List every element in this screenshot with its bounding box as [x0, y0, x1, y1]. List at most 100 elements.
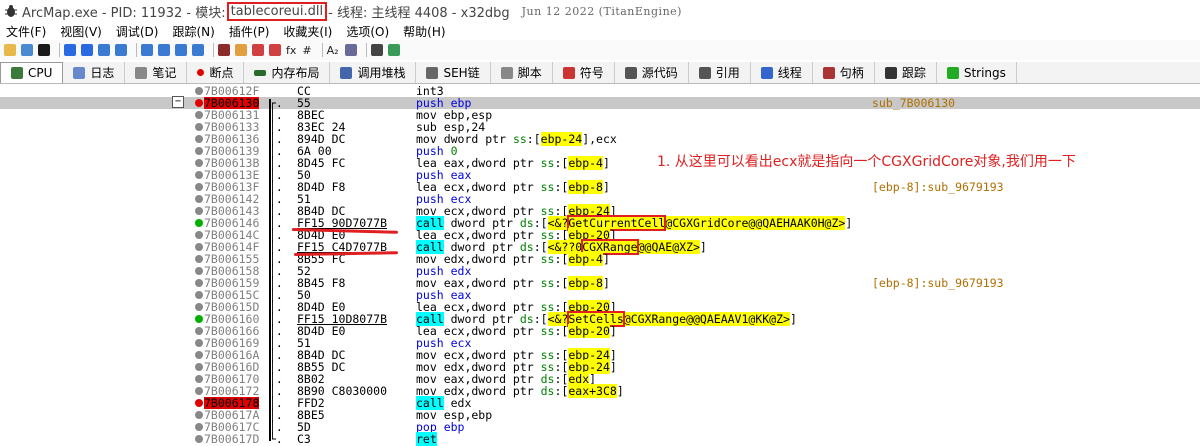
- menu-debug[interactable]: 调试(D): [116, 23, 159, 40]
- disasm-row[interactable]: 7B006166 │. 8D4D E0 lea ecx,dword ptr ss:[e…: [0, 324, 1200, 338]
- breakpoint-dot[interactable]: [195, 375, 203, 383]
- scylla-icon[interactable]: [218, 44, 230, 56]
- tab-label: 内存布局: [271, 66, 320, 80]
- breakpoint-dot[interactable]: [195, 243, 203, 251]
- breakpoint-dot[interactable]: [195, 339, 203, 347]
- toolbar-separator: [213, 43, 214, 57]
- breakpoint-dot[interactable]: [195, 267, 203, 275]
- breakpoint-dot[interactable]: [195, 399, 203, 407]
- disasm-row[interactable]: 7B006159 │. 8B45 F8 mov eax,dword ptr ss:[e…: [0, 276, 1200, 290]
- disasm-row[interactable]: 7B006155 │. 8B55 FC mov edx,dword ptr ss:[e…: [0, 252, 1200, 266]
- label-icon[interactable]: [269, 44, 281, 56]
- notes-icon: [135, 66, 148, 79]
- tab-notes[interactable]: 笔记: [125, 62, 188, 83]
- menu-plugins[interactable]: 插件(P): [229, 23, 270, 40]
- tab-threads[interactable]: 线程: [751, 62, 813, 83]
- disasm-row[interactable]: 7B006136 │. 894D DC mov dword ptr ss:[ebp-2…: [0, 132, 1200, 146]
- menu-favourites[interactable]: 收藏夹(I): [283, 23, 332, 40]
- pause-icon[interactable]: [81, 44, 93, 56]
- breakpoint-dot[interactable]: [195, 87, 203, 95]
- breakpoint-dot[interactable]: [195, 99, 203, 107]
- tab-breakpoints[interactable]: 断点: [187, 62, 245, 83]
- breakpoint-dot[interactable]: [195, 315, 203, 323]
- close-icon[interactable]: [38, 44, 50, 56]
- font-icon[interactable]: A₂: [327, 44, 339, 57]
- tab-symbols[interactable]: 符号: [553, 62, 615, 83]
- disasm-row[interactable]: 7B00616D │. 8B55 DC mov edx,dword ptr ss:[e…: [0, 360, 1200, 374]
- tab-seh-chain[interactable]: SEH链: [416, 62, 491, 83]
- execute-till-return-icon[interactable]: [175, 44, 187, 56]
- disasm-row[interactable]: 7B00613F │. 8D4D F8 lea ecx,dword ptr ss:[e…: [0, 180, 1200, 194]
- open-icon[interactable]: [4, 44, 16, 56]
- thread-icon: [760, 66, 773, 79]
- restart-icon[interactable]: [21, 44, 33, 56]
- breakpoint-icon: [197, 69, 205, 76]
- collapse-toggle[interactable]: −: [172, 96, 184, 108]
- breakpoint-dot[interactable]: [195, 171, 203, 179]
- disassembly-pane[interactable]: 7B00612F CC int3 7B006130 ┌. 55 push ebp sub_7B…: [0, 85, 1200, 446]
- tab-trace[interactable]: 跟踪: [875, 62, 937, 83]
- breakpoint-dot[interactable]: [195, 111, 203, 119]
- breakpoint-dot[interactable]: [195, 159, 203, 167]
- disasm-row[interactable]: 7B00617D └. C3 ret: [0, 432, 1200, 446]
- block-marker: └.: [269, 432, 283, 446]
- trace-over-icon[interactable]: [158, 44, 170, 56]
- execute-till-user-code-icon[interactable]: [192, 44, 204, 56]
- disasm-row[interactable]: 7B006131 │. 8BEC mov ebp,esp: [0, 109, 1200, 121]
- trace-into-icon[interactable]: [141, 44, 153, 56]
- disasm-row[interactable]: 7B00617C │. 5D pop ebp: [0, 421, 1200, 433]
- disasm-row[interactable]: 7B006178 │. FFD2 call edx: [0, 396, 1200, 410]
- tab-references[interactable]: 引用: [689, 62, 751, 83]
- breakpoint-dot[interactable]: [195, 123, 203, 131]
- disasm-row[interactable]: 7B006172 │. 8B90 C8030000 mov edx,dword ptr…: [0, 384, 1200, 398]
- tab-label: 脚本: [517, 66, 542, 80]
- globe-icon[interactable]: [387, 44, 400, 56]
- tab-memory-map[interactable]: 内存布局: [244, 62, 331, 83]
- breakpoint-dot[interactable]: [195, 135, 203, 143]
- tab-call-stack[interactable]: 调用堆栈: [330, 62, 417, 83]
- title-app: ArcMap.exe - PID: 11932 - 模块:: [22, 5, 226, 21]
- breakpoint-dot[interactable]: [195, 363, 203, 371]
- hash-icon[interactable]: #: [302, 44, 311, 57]
- breakpoint-dot[interactable]: [195, 207, 203, 215]
- breakpoint-dot[interactable]: [195, 231, 203, 239]
- step-over-icon[interactable]: [115, 44, 127, 56]
- step-into-icon[interactable]: [98, 44, 110, 56]
- instruction: ret: [416, 432, 437, 446]
- breakpoint-dot[interactable]: [195, 423, 203, 431]
- breakpoint-dot[interactable]: [195, 411, 203, 419]
- menu-help[interactable]: 帮助(H): [403, 23, 445, 40]
- run-icon[interactable]: [64, 44, 76, 56]
- tab-log[interactable]: 日志: [63, 62, 126, 83]
- tab-handles[interactable]: 句柄: [813, 62, 875, 83]
- tab-label: 笔记: [152, 66, 177, 80]
- function-icon[interactable]: fx: [286, 44, 296, 57]
- menu-trace[interactable]: 跟踪(N): [172, 23, 214, 40]
- breakpoint-dot[interactable]: [195, 255, 203, 263]
- tab-label: 跟踪: [901, 66, 926, 80]
- breakpoint-dot[interactable]: [195, 291, 203, 299]
- tab-strings[interactable]: Strings: [937, 62, 1017, 83]
- menu-view[interactable]: 视图(V): [60, 23, 102, 40]
- comment-icon[interactable]: [252, 44, 264, 56]
- tab-script[interactable]: 脚本: [491, 62, 553, 83]
- menu-file[interactable]: 文件(F): [6, 23, 46, 40]
- breakpoint-dot[interactable]: [195, 183, 203, 191]
- patch-icon[interactable]: [235, 44, 247, 56]
- breakpoint-dot[interactable]: [195, 147, 203, 155]
- calculator-icon[interactable]: [344, 44, 357, 56]
- preferences-icon[interactable]: [370, 44, 383, 56]
- toolbar-separator: [59, 43, 60, 57]
- breakpoint-dot[interactable]: [195, 195, 203, 203]
- disasm-row[interactable]: 7B00617A │. 8BE5 mov esp,ebp: [0, 409, 1200, 421]
- tab-cpu[interactable]: CPU: [0, 62, 64, 83]
- breakpoint-dot[interactable]: [195, 387, 203, 395]
- menu-options[interactable]: 选项(O): [346, 23, 389, 40]
- breakpoint-dot[interactable]: [195, 327, 203, 335]
- tab-source[interactable]: 源代码: [615, 62, 689, 83]
- breakpoint-dot[interactable]: [195, 435, 203, 443]
- breakpoint-dot[interactable]: [195, 303, 203, 311]
- breakpoint-dot[interactable]: [195, 219, 203, 227]
- breakpoint-dot[interactable]: [195, 279, 203, 287]
- breakpoint-dot[interactable]: [195, 351, 203, 359]
